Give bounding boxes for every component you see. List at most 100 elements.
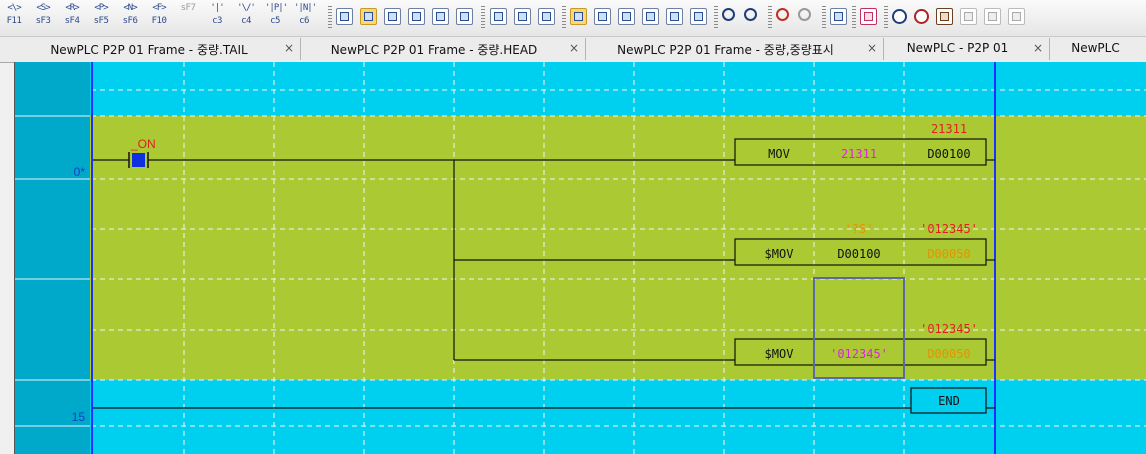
- function-key-symbol: <P>: [94, 3, 108, 13]
- function-key-symbol: '|P|': [265, 3, 288, 13]
- toolbar-separator: [328, 6, 332, 30]
- function-key-label: sF3: [35, 16, 51, 26]
- download-button[interactable]: [936, 8, 953, 25]
- ladder-view-button[interactable]: [360, 8, 377, 25]
- function-key-symbol: '|N|': [294, 3, 317, 13]
- disconnect-icon[interactable]: [914, 9, 929, 24]
- plc-icon: [988, 12, 997, 21]
- function-key-symbol: <\>: [7, 3, 21, 13]
- tab-close-icon[interactable]: ×: [867, 41, 877, 55]
- device-graph-button[interactable]: [666, 8, 683, 25]
- instruction-mnemonic[interactable]: $MOV: [765, 347, 794, 361]
- instruction-operand[interactable]: D00100: [837, 247, 880, 261]
- editor-tab[interactable]: NewPLC P2P 01 Frame - 중량.TAIL ×: [16, 38, 301, 60]
- find-button[interactable]: [456, 8, 473, 25]
- toolbar-separator: [822, 6, 826, 30]
- ladder-canvas[interactable]: 0* 15 _ON MOV 21311 D00100 21311 $MOV D00100 D000…: [15, 62, 1146, 454]
- tab-close-icon[interactable]: ×: [284, 41, 294, 55]
- ladder-editor[interactable]: 0* 15 _ON MOV 21311 D00100 21311 $MOV D00100 D000…: [14, 62, 1146, 454]
- tab-label: NewPLC P2P 01 Frame - 중량.TAIL: [50, 43, 248, 57]
- run-button[interactable]: [1008, 8, 1025, 25]
- instruction-operand[interactable]: D00100: [927, 147, 970, 161]
- function-key-c5[interactable]: '|P|' c5: [265, 2, 288, 32]
- function-key-label: sF4: [64, 16, 80, 26]
- d-icon: [646, 12, 655, 21]
- editor-tab[interactable]: NewPLCx: [1050, 38, 1146, 60]
- device-description-button[interactable]: [594, 8, 611, 25]
- chart-icon: [670, 12, 679, 21]
- function-key-c6[interactable]: '|N|' c6: [294, 2, 317, 32]
- memory-view-button[interactable]: [538, 8, 555, 25]
- function-key-sf3[interactable]: <S> sF3: [33, 2, 53, 32]
- instruction-operand[interactable]: 21311: [841, 147, 877, 161]
- function-key-symbol: '\/': [237, 3, 256, 13]
- upload-button[interactable]: [960, 8, 977, 25]
- device-list-button[interactable]: [490, 8, 507, 25]
- instruction-operand[interactable]: D00050: [927, 247, 970, 261]
- toolbar-separator: [852, 6, 856, 30]
- step-number-15: 15: [72, 410, 86, 424]
- instruction-operand[interactable]: '012345': [830, 347, 888, 361]
- function-key-sf7[interactable]: sF7: [178, 2, 198, 32]
- message-window-button[interactable]: [860, 8, 877, 25]
- tab-label: NewPLC P2P 01 Frame - 중량.HEAD: [330, 43, 538, 57]
- tab-close-icon[interactable]: ×: [569, 41, 579, 55]
- zoom-out-icon[interactable]: [744, 8, 757, 21]
- function-key-label: c4: [241, 16, 251, 26]
- find-device-icon[interactable]: [776, 8, 789, 21]
- end-mnemonic[interactable]: END: [938, 394, 960, 408]
- function-key-label: F11: [6, 16, 22, 26]
- tab-label: NewPLC: [1071, 41, 1120, 55]
- function-key-sf6[interactable]: <N> sF6: [120, 2, 140, 32]
- function-key-label: sF5: [93, 16, 109, 26]
- toolbar-separator: [481, 6, 485, 30]
- function-key-symbol: <S>: [36, 3, 50, 13]
- contact-device-label[interactable]: _ON: [130, 137, 156, 151]
- function-key-symbol: '|': [210, 3, 224, 13]
- function-key-label: c3: [212, 16, 222, 26]
- function-key-label: sF6: [122, 16, 138, 26]
- contact-active-indicator[interactable]: [132, 153, 145, 167]
- find-next-icon[interactable]: [798, 8, 811, 21]
- rung-background: [15, 116, 1146, 380]
- editor-tab[interactable]: NewPLC P2P 01 Frame - 중량.HEAD ×: [301, 38, 586, 60]
- function-key-c3[interactable]: '|' c3: [207, 2, 227, 32]
- check-icon: [574, 12, 583, 21]
- grid-icon: [364, 12, 373, 21]
- program-view-button[interactable]: [336, 8, 353, 25]
- d-icon: [622, 12, 631, 21]
- list-icon: [494, 12, 503, 21]
- device-comment-button[interactable]: [570, 8, 587, 25]
- f-icon: [460, 12, 469, 21]
- function-key-f10[interactable]: <F> F10: [149, 2, 169, 32]
- connect-icon[interactable]: [892, 9, 907, 24]
- function-key-sf5[interactable]: <P> sF5: [91, 2, 111, 32]
- zoom-in-icon[interactable]: [722, 8, 735, 21]
- instruction-mnemonic[interactable]: $MOV: [765, 247, 794, 261]
- function-key-label: c5: [270, 16, 280, 26]
- toolbar: <\> F11 <S> sF3 <R> sF4 <P> sF5 <N> sF6 <F> F10 sF7 '…: [0, 0, 1146, 37]
- compare-button[interactable]: [984, 8, 1001, 25]
- editor-tab[interactable]: NewPLC P2P 01 Frame - 중량,중량표시 ×: [586, 38, 884, 60]
- editor-tab[interactable]: NewPLC - P2P 01 ×: [884, 38, 1050, 60]
- instruction-mnemonic[interactable]: MOV: [768, 147, 790, 161]
- device-name-button[interactable]: [642, 8, 659, 25]
- device-value-button[interactable]: [618, 8, 635, 25]
- variable-table-button[interactable]: [514, 8, 531, 25]
- open-window-button[interactable]: [384, 8, 401, 25]
- table-icon: [518, 12, 527, 21]
- message-icon: [864, 12, 873, 21]
- window-icon: [388, 12, 397, 21]
- function-key-f11[interactable]: <\> F11: [4, 2, 24, 32]
- monitor-value: '012345': [920, 222, 978, 236]
- project-window-button[interactable]: [830, 8, 847, 25]
- function-key-c4[interactable]: '\/' c4: [236, 2, 256, 32]
- device-address-button[interactable]: [690, 8, 707, 25]
- function-key-sf4[interactable]: <R> sF4: [62, 2, 82, 32]
- cross-reference-button[interactable]: [432, 8, 449, 25]
- toolbar-separator: [714, 6, 718, 30]
- panel-icon: [834, 12, 843, 21]
- monitor-window-button[interactable]: [408, 8, 425, 25]
- instruction-operand[interactable]: D00050: [927, 347, 970, 361]
- tab-close-icon[interactable]: ×: [1033, 41, 1043, 55]
